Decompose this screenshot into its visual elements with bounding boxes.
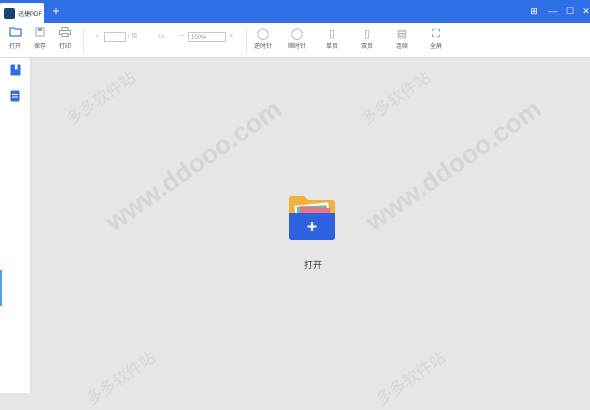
watermark-url: www.ddooo.com bbox=[359, 93, 547, 237]
page-suffix: / 页 bbox=[128, 34, 138, 40]
continuous-button[interactable]: ▤ 连续 bbox=[387, 26, 417, 54]
zoom-in-icon[interactable]: + bbox=[229, 32, 233, 42]
rotate-cw-button[interactable]: ◯ 顺时针 bbox=[282, 26, 312, 54]
toolbar: 打开 保存 打印 ‹ / 页 ▭ − 100% + ◯ 逆时针 ◯ 顺时针 ▯ … bbox=[0, 23, 590, 58]
new-tab-button[interactable]: + bbox=[49, 3, 63, 19]
watermark-cn: 多多软件站 bbox=[63, 69, 140, 129]
toolbar-divider bbox=[83, 29, 84, 53]
watermark-cn: 多多软件站 bbox=[83, 349, 160, 409]
open-file-button[interactable] bbox=[287, 195, 337, 241]
continuous-label: 连续 bbox=[395, 44, 408, 50]
minimize-button[interactable]: — bbox=[546, 4, 560, 18]
page-number-input[interactable] bbox=[104, 32, 126, 42]
rotate-ccw-button[interactable]: ◯ 逆时针 bbox=[248, 26, 278, 54]
fullscreen-label: 全屏 bbox=[429, 44, 442, 50]
rotate-ccw-icon: ◯ bbox=[256, 28, 270, 40]
rotate-cw-label: 顺时针 bbox=[287, 44, 306, 50]
grid-icon[interactable]: ⊞ bbox=[527, 4, 541, 18]
watermark-cn: 多多软件站 bbox=[373, 349, 450, 409]
thumbnail-icon[interactable] bbox=[8, 90, 22, 104]
print-label: 打印 bbox=[58, 44, 71, 50]
zoom-out-icon[interactable]: − bbox=[180, 32, 184, 42]
single-page-button[interactable]: ▯ 单页 bbox=[317, 26, 347, 54]
next-page-icon[interactable]: ▭ bbox=[158, 32, 165, 42]
single-page-icon: ▯ bbox=[328, 28, 336, 40]
rotate-ccw-label: 逆时针 bbox=[253, 44, 272, 50]
watermark-url: www.ddooo.com bbox=[99, 93, 287, 237]
print-button[interactable]: 打印 bbox=[50, 26, 80, 54]
sidebar bbox=[0, 58, 31, 393]
single-page-label: 单页 bbox=[325, 44, 338, 50]
sidebar-handle[interactable] bbox=[0, 270, 2, 306]
double-page-icon: ▯ bbox=[363, 28, 371, 40]
bookmark-icon[interactable] bbox=[8, 64, 22, 78]
rotate-cw-icon: ◯ bbox=[290, 28, 304, 40]
double-page-label: 双页 bbox=[360, 44, 373, 50]
title-bar: 迅捷PDF + ⊞ — ☐ ✕ bbox=[0, 0, 590, 23]
document-tab[interactable]: 迅捷PDF bbox=[0, 3, 44, 23]
fullscreen-button[interactable]: ⛶ 全屏 bbox=[421, 26, 451, 54]
fullscreen-icon: ⛶ bbox=[432, 28, 440, 40]
watermark-cn: 多多软件站 bbox=[358, 69, 435, 129]
double-page-button[interactable]: ▯ 双页 bbox=[352, 26, 382, 54]
open-file-label: 打开 bbox=[303, 260, 322, 270]
toolbar-divider bbox=[246, 29, 247, 53]
continuous-icon: ▤ bbox=[396, 28, 408, 40]
prev-page-icon[interactable]: ‹ bbox=[96, 32, 98, 42]
zoom-input[interactable]: 100% bbox=[188, 32, 226, 42]
maximize-button[interactable]: ☐ bbox=[563, 4, 577, 18]
printer-icon bbox=[50, 26, 80, 42]
close-button[interactable]: ✕ bbox=[579, 4, 590, 18]
tab-title: 迅捷PDF bbox=[18, 11, 43, 18]
app-logo-icon bbox=[4, 7, 15, 19]
folder-plus-icon bbox=[289, 196, 335, 240]
